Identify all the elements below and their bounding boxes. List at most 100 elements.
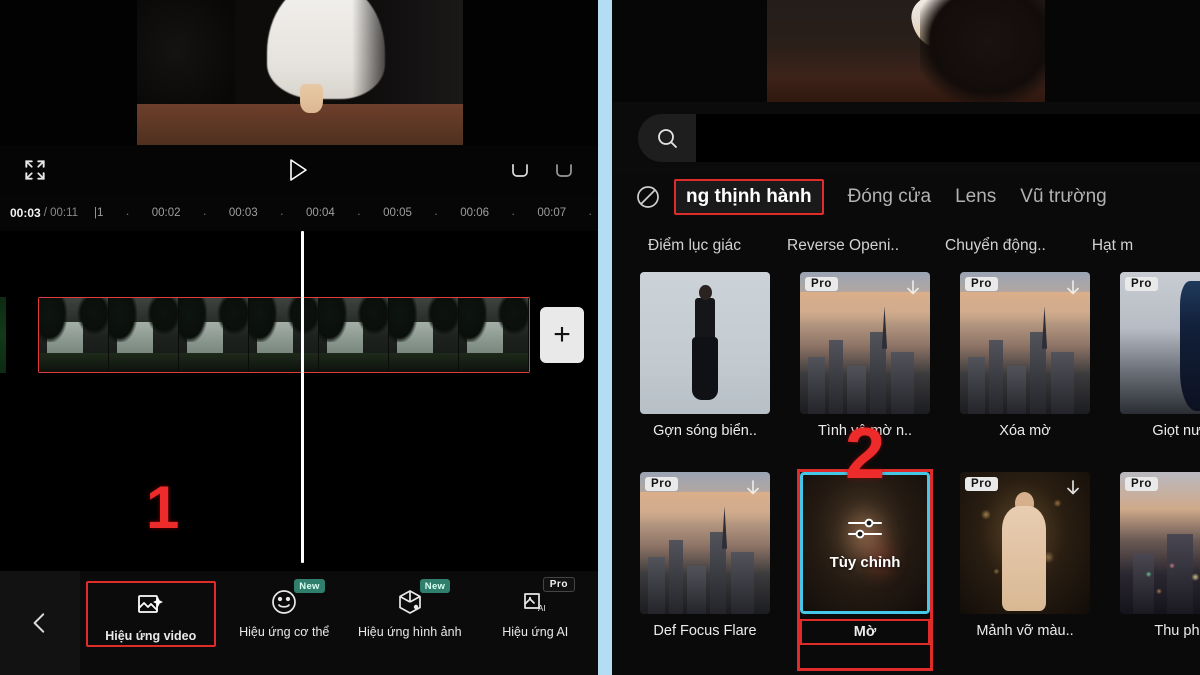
total-time: / 00:11 [43, 207, 79, 219]
filmstrip-frame [249, 298, 319, 372]
ruler-ticks: |1 · 00:02 · 00:03 · 00:04 · 00:05 · 00:… [78, 206, 592, 221]
filmstrip-frame [39, 298, 109, 372]
redo-icon[interactable] [552, 158, 576, 182]
search-input[interactable] [696, 114, 1200, 162]
tool-image-effect[interactable]: New Hiệu ứng hình ảnh [347, 577, 473, 641]
pro-badge: Pro [965, 477, 998, 491]
effect-tile-mo-selected[interactable]: Tùy chỉnh Mờ [797, 469, 933, 671]
annotation-marker-1: 1 [146, 474, 180, 541]
download-icon[interactable] [902, 278, 924, 300]
pro-badge: Pro [1125, 477, 1158, 491]
effect-tile-xoa-mo[interactable]: Pro Xóa mờ [960, 272, 1090, 468]
ruler-dot: · [279, 205, 285, 221]
tab-dong-cua[interactable]: Đóng cửa [848, 186, 932, 208]
undo-icon[interactable] [508, 158, 532, 182]
play-icon[interactable] [286, 157, 310, 183]
image-effect-icon [395, 587, 425, 617]
effect-label: Mảnh vỡ màu.. [976, 623, 1074, 639]
effects-grid: Gợn sóng biển.. Pro Tình yê mờ n.. Pro X… [612, 272, 1200, 675]
effects-row: Gợn sóng biển.. Pro Tình yê mờ n.. Pro X… [612, 272, 1200, 472]
effect-thumbnail[interactable]: Pro [1120, 272, 1200, 414]
effects-row: Pro Def Focus Flare Tùy chỉnh Mờ Pro Mản… [612, 469, 1200, 672]
pro-badge: Pro [805, 277, 838, 291]
tab-vu-truong[interactable]: Vũ trường [1020, 186, 1106, 208]
filmstrip-frame [389, 298, 459, 372]
custom-adjust-label: Tùy chỉnh [829, 554, 901, 571]
tool-label: Hiệu ứng hình ảnh [357, 625, 462, 639]
left-editor-panel: 00:03 / 00:11 |1 · 00:02 · 00:03 · 00:04… [0, 0, 598, 675]
player-control-bar [0, 145, 598, 195]
right-preview-area [612, 0, 1200, 102]
video-preview[interactable] [137, 0, 463, 145]
track-edge-handle[interactable] [0, 297, 6, 373]
download-icon[interactable] [1062, 278, 1084, 300]
annotation-marker-2: 2 [845, 414, 886, 494]
tab-trending[interactable]: ng thịnh hành [674, 179, 824, 215]
effect-thumbnail[interactable]: Pro [800, 272, 930, 414]
timeline-ruler[interactable]: 00:03 / 00:11 |1 · 00:02 · 00:03 · 00:04… [0, 195, 598, 231]
thumbnail-art [1120, 272, 1200, 414]
subtab-hat[interactable]: Hạt m [1092, 237, 1133, 255]
ruler-dot: · [356, 205, 362, 221]
effect-tile-thu-phong[interactable]: Pro Thu phón [1120, 472, 1200, 668]
ruler-dot: · [588, 205, 593, 221]
tool-ai-effect[interactable]: Pro AI Hiệu ứng AI [473, 577, 599, 641]
current-time: 00:03 [10, 206, 41, 220]
tool-label: Hiệu ứng AI [502, 625, 569, 639]
effect-thumbnail[interactable]: Pro [960, 272, 1090, 414]
subtab-diem-luc-giac[interactable]: Điểm lục giác [648, 237, 741, 255]
tool-body-effect[interactable]: New Hiệu ứng cơ thể [222, 577, 348, 641]
effect-tile-giot-nuoc[interactable]: Pro Giọt nước [1120, 272, 1200, 468]
effect-label: Thu phón [1154, 623, 1200, 639]
subtab-chuyen-dong[interactable]: Chuyển động.. [945, 237, 1046, 255]
ruler-dot: · [125, 205, 130, 221]
sliders-icon [845, 515, 885, 546]
download-icon[interactable] [1062, 478, 1084, 500]
tool-video-effect[interactable]: Hiệu ứng video [86, 581, 216, 647]
fullscreen-icon[interactable] [22, 157, 48, 183]
bottom-toolbar: Hiệu ứng video New Hiệu ứng cơ thể New H… [0, 571, 598, 675]
search-icon[interactable] [638, 114, 696, 162]
search-bar[interactable] [612, 102, 1200, 174]
right-effects-panel: ng thịnh hành Đóng cửa Lens Vũ trường Đi… [612, 0, 1200, 675]
pro-badge: Pro [645, 477, 678, 491]
svg-text:AI: AI [538, 604, 546, 613]
effect-thumbnail[interactable]: Pro [960, 472, 1090, 614]
ruler-dot: · [511, 205, 516, 221]
add-clip-button[interactable]: + [540, 307, 584, 363]
timeline-area[interactable]: + [0, 231, 598, 571]
ruler-tick: 00:04 [306, 207, 335, 219]
video-preview-area [0, 0, 598, 145]
ruler-tick: 00:07 [537, 207, 567, 219]
no-effect-icon[interactable] [634, 183, 662, 211]
preview-blur-region [919, 0, 1045, 102]
ruler-tick: 00:02 [151, 207, 181, 219]
effect-label: Gợn sóng biển.. [653, 423, 757, 439]
preview-shadow-right [352, 0, 463, 105]
back-button[interactable] [0, 571, 80, 675]
effect-thumbnail[interactable]: Pro [1120, 472, 1200, 614]
effect-tile-manh-vo-mau[interactable]: Pro Mảnh vỡ màu.. [960, 472, 1090, 668]
thumbnail-art [640, 272, 770, 414]
tool-label: Hiệu ứng cơ thể [239, 625, 330, 639]
right-video-preview[interactable] [767, 0, 1045, 102]
filmstrip [39, 298, 529, 372]
screenshot-root: 00:03 / 00:11 |1 · 00:02 · 00:03 · 00:04… [0, 0, 1200, 675]
subtab-reverse-opening[interactable]: Reverse Openi.. [787, 237, 899, 255]
tool-label: Hiệu ứng video [105, 629, 197, 643]
tab-lens[interactable]: Lens [955, 186, 996, 208]
panel-divider [598, 0, 612, 675]
effect-thumbnail[interactable] [640, 272, 770, 414]
filmstrip-frame [179, 298, 249, 372]
effect-thumbnail[interactable]: Pro [640, 472, 770, 614]
video-clip-track[interactable] [38, 297, 530, 373]
download-icon[interactable] [742, 478, 764, 500]
effect-tile-def-focus-flare[interactable]: Pro Def Focus Flare [640, 472, 770, 668]
playhead[interactable] [301, 231, 304, 563]
ai-effect-icon: AI [520, 587, 550, 617]
thumbnail-art [1120, 472, 1200, 614]
effect-label: Def Focus Flare [653, 623, 757, 639]
ruler-tick: 00:03 [228, 207, 258, 219]
ruler-tick: 00:06 [460, 207, 490, 219]
effect-tile-gon-song-bien[interactable]: Gợn sóng biển.. [640, 272, 770, 468]
